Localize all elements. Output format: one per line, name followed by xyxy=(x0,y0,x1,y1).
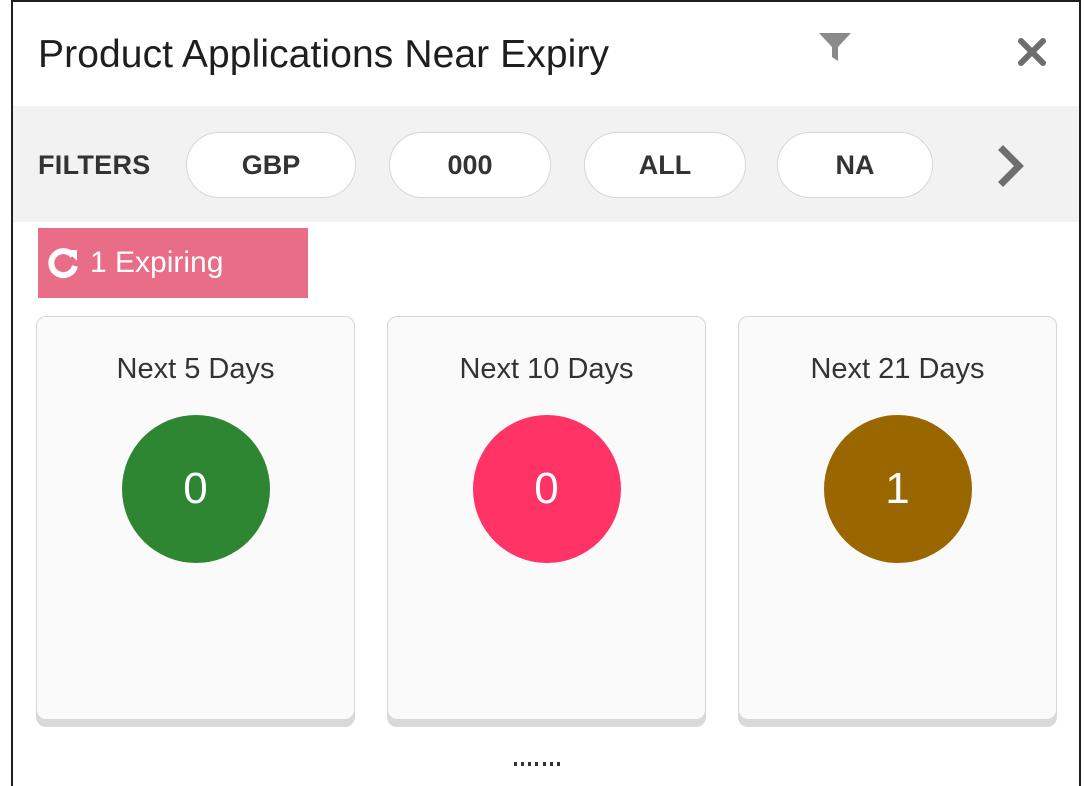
card-label: Next 21 Days xyxy=(810,353,985,385)
close-icon[interactable] xyxy=(1016,36,1048,68)
resize-handle[interactable] xyxy=(514,762,560,768)
expiry-card-21-days[interactable]: Next 21 Days 1 xyxy=(738,316,1057,720)
filter-chip-other[interactable]: NA xyxy=(777,132,933,198)
count-circle: 1 xyxy=(823,415,972,563)
filter-icon[interactable] xyxy=(817,31,853,63)
expiry-card-10-days[interactable]: Next 10 Days 0 xyxy=(387,316,706,720)
filter-chip-branch[interactable]: 000 xyxy=(389,132,551,198)
refresh-icon xyxy=(48,248,78,279)
expiry-widget: Product Applications Near Expiry FILTERS… xyxy=(11,0,1081,786)
count-circle: 0 xyxy=(472,415,621,563)
expiring-count-label: 1 Expiring xyxy=(90,246,224,279)
count-circle: 0 xyxy=(121,415,270,563)
filters-label: FILTERS xyxy=(38,150,151,180)
chevron-right-icon[interactable] xyxy=(991,144,1031,188)
expiry-card-5-days[interactable]: Next 5 Days 0 xyxy=(36,316,355,720)
filter-chip-product[interactable]: ALL xyxy=(584,132,746,198)
widget-header: Product Applications Near Expiry xyxy=(13,2,1079,106)
expiring-badge[interactable]: 1 Expiring xyxy=(38,228,308,298)
filter-chip-currency[interactable]: GBP xyxy=(186,132,356,198)
card-label: Next 10 Days xyxy=(459,353,634,385)
widget-title: Product Applications Near Expiry xyxy=(38,33,610,76)
filter-bar: FILTERS GBP 000 ALL NA xyxy=(13,106,1079,222)
card-label: Next 5 Days xyxy=(116,353,275,385)
